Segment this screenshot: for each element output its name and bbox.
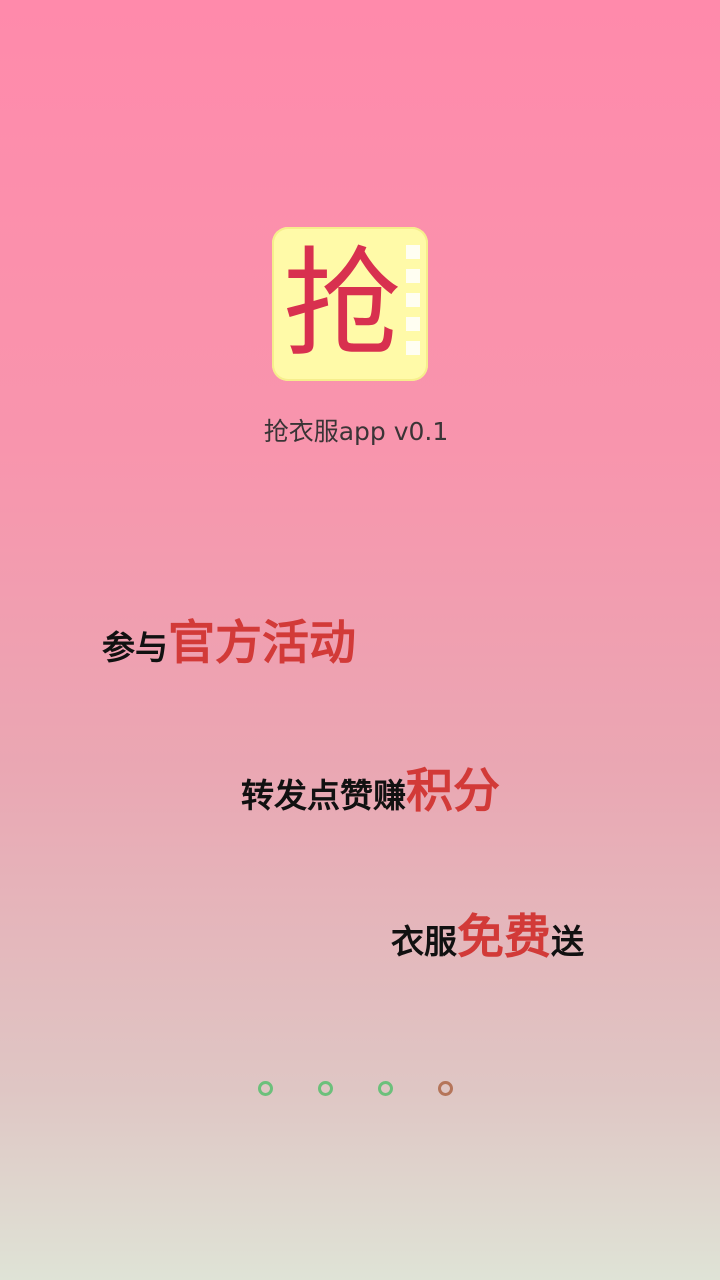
page-indicator <box>258 1081 458 1097</box>
slogan-highlight: 积分 <box>406 764 500 819</box>
slogan-prefix: 参与 <box>102 628 168 667</box>
page-indicator-dot[interactable] <box>378 1081 393 1096</box>
page-indicator-dot-active[interactable] <box>438 1081 453 1096</box>
slogan-highlight: 官方活动 <box>168 616 356 671</box>
app-logo-icon: 抢 <box>272 227 428 381</box>
slogan-official-activity: 参与官方活动 <box>102 604 356 673</box>
app-logo-perforation <box>406 245 420 365</box>
slogan-prefix: 转发点赞赚 <box>241 776 406 815</box>
page-indicator-dot[interactable] <box>258 1081 273 1096</box>
slogan-free-clothes: 衣服免费送 <box>391 898 584 967</box>
slogan-prefix: 衣服 <box>391 922 457 961</box>
slogan-highlight: 免费 <box>457 910 551 965</box>
slogan-earn-points: 转发点赞赚积分 <box>241 752 500 821</box>
app-logo-glyph: 抢 <box>282 235 401 373</box>
slogan-suffix: 送 <box>551 922 584 961</box>
app-name-version: 抢衣服app v0.1 <box>263 417 449 446</box>
page-indicator-dot[interactable] <box>318 1081 333 1096</box>
